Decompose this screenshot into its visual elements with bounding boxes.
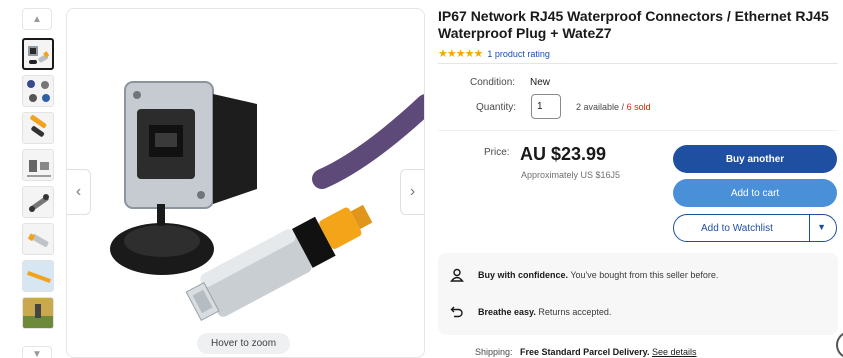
thumbnail-strip: ▲ ▼ (18, 8, 58, 358)
chevron-down-icon[interactable]: ▼ (817, 222, 826, 232)
availability-text: 2 available / 6 sold (576, 102, 651, 112)
field-thumbnail-icon (23, 298, 53, 328)
previous-image-button[interactable]: ‹ (67, 169, 91, 215)
return-arrow-icon (450, 305, 464, 319)
thumbnail-5[interactable] (22, 186, 54, 218)
thumbnails-up-button[interactable]: ▲ (22, 8, 52, 30)
chevron-up-icon: ▲ (32, 13, 42, 25)
thumbnail-7[interactable] (22, 260, 54, 292)
star-rating-icon: ★★★★★ (438, 48, 483, 60)
zoom-hint: Hover to zoom (197, 333, 291, 354)
condition-value: New (530, 77, 551, 88)
add-to-watchlist-button[interactable]: Add to Watchlist ▼ (673, 214, 837, 242)
chevron-left-icon: ‹ (75, 183, 82, 200)
person-icon (450, 268, 464, 282)
price-value: AU $23.99 (520, 144, 607, 164)
shipping-label: Shipping: (475, 347, 513, 357)
thumbnail-4[interactable] (22, 149, 54, 181)
available-count: 2 available / (576, 102, 625, 112)
price-label: Price: (484, 147, 510, 158)
cable-thumbnail-icon (30, 115, 47, 137)
confidence-panel: Buy with confidence. You've bought from … (438, 253, 838, 335)
shipping-details-link[interactable]: See details (652, 347, 697, 357)
next-image-button[interactable]: › (400, 169, 424, 215)
quantity-input[interactable] (531, 94, 561, 119)
dimensions-thumbnail-icon (27, 160, 51, 177)
returns-text: Breathe easy. Returns accepted. (478, 307, 611, 317)
thumbnail-3[interactable] (22, 112, 54, 144)
side-help-button[interactable] (836, 331, 843, 358)
returns-row: Breathe easy. Returns accepted. (450, 305, 611, 319)
watchlist-divider (809, 215, 810, 241)
thumbnail-8[interactable] (22, 297, 54, 329)
thumbnail-2[interactable] (22, 75, 54, 107)
add-to-cart-button[interactable]: Add to cart (673, 179, 837, 207)
thumbnail-6[interactable] (22, 223, 54, 255)
thumbnails-down-button[interactable]: ▼ (22, 346, 52, 358)
divider (438, 63, 838, 64)
outdoor-thumbnail-icon (23, 261, 53, 291)
watchlist-label: Add to Watchlist (701, 222, 773, 234)
shipping-value: Free Standard Parcel Delivery. (520, 347, 650, 357)
thumbnail-1[interactable] (22, 38, 54, 70)
chevron-right-icon: › (409, 183, 416, 200)
product-title: IP67 Network RJ45 Waterproof Connectors … (438, 8, 829, 41)
buy-confidence-row: Buy with confidence. You've bought from … (450, 268, 718, 282)
assembly-thumbnail-icon (29, 194, 49, 212)
buy-confidence-detail: You've bought from this seller before. (570, 270, 719, 280)
buy-another-button[interactable]: Buy another (673, 145, 837, 173)
price-approx: Approximately US $16J5 (521, 170, 621, 180)
thumbnail-list (18, 38, 58, 329)
main-product-image[interactable]: ‹ › Hover to zoom (66, 8, 425, 358)
rating-count-link[interactable]: 1 product rating (487, 49, 550, 59)
connector-thumbnail-icon (28, 46, 50, 64)
rj45-connector-image (110, 81, 424, 321)
chevron-down-icon: ▼ (32, 349, 42, 358)
quantity-label: Quantity: (476, 102, 517, 113)
returns-bold: Breathe easy. (478, 307, 536, 317)
divider (438, 130, 838, 131)
rating-summary: ★★★★★ 1 product rating (438, 47, 550, 60)
plug-thumbnail-icon (27, 233, 49, 247)
parts-thumbnail-icon (27, 80, 50, 102)
buy-confidence-text: Buy with confidence. You've bought from … (478, 270, 718, 280)
buy-confidence-bold: Buy with confidence. (478, 270, 569, 280)
condition-label: Condition: (470, 77, 516, 88)
sold-count: 6 sold (626, 102, 651, 112)
returns-detail: Returns accepted. (538, 307, 612, 317)
shipping-row: Shipping: Free Standard Parcel Delivery.… (475, 347, 697, 357)
